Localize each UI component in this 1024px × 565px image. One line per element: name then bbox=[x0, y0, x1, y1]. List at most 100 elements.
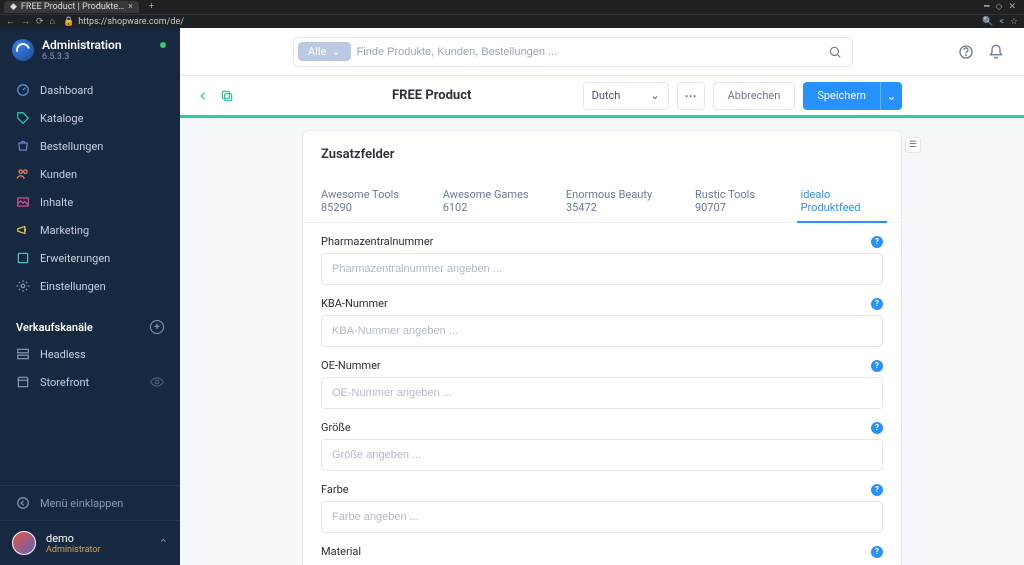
sidebar-item-orders[interactable]: Bestellungen bbox=[0, 132, 180, 160]
field-label: Größe bbox=[321, 421, 351, 434]
server-icon bbox=[16, 347, 30, 361]
sidebar-item-label: Dashboard bbox=[40, 84, 93, 97]
pzn-input[interactable] bbox=[321, 253, 883, 285]
brand-title: Administration bbox=[42, 38, 122, 52]
field-label: Pharmazentralnummer bbox=[321, 235, 433, 248]
browser-tab-favicon: ◆ bbox=[10, 2, 17, 12]
field-label: OE-Nummer bbox=[321, 359, 381, 372]
field-help-icon[interactable]: ? bbox=[871, 422, 883, 434]
size-input[interactable] bbox=[321, 439, 883, 471]
browser-tab-title: FREE Product | Produkte… bbox=[21, 2, 124, 12]
language-select[interactable]: Dutch ⌄ bbox=[583, 82, 669, 110]
field-help-icon[interactable]: ? bbox=[871, 236, 883, 248]
save-button[interactable]: Speichern bbox=[803, 82, 880, 110]
add-sales-channel-button[interactable]: + bbox=[150, 320, 164, 334]
tab-rustic-tools[interactable]: Rustic Tools 90707 bbox=[695, 180, 779, 222]
color-input[interactable] bbox=[321, 501, 883, 533]
nav-reload-icon[interactable]: ⟳ bbox=[36, 17, 44, 27]
tab-idealo-produktfeed[interactable]: idealo Produktfeed bbox=[801, 180, 883, 222]
notifications-icon[interactable] bbox=[988, 44, 1004, 60]
sales-channels-label: Verkaufskanäle bbox=[16, 321, 93, 334]
sidebar-item-label: Kataloge bbox=[40, 112, 83, 125]
user-name: demo bbox=[46, 532, 101, 545]
tag-icon bbox=[16, 111, 30, 125]
sidebar-item-content[interactable]: Inhalte bbox=[0, 188, 180, 216]
nav-forward-icon[interactable]: → bbox=[21, 16, 30, 27]
search-scope-selector[interactable]: Alle ⌄ bbox=[298, 42, 351, 61]
nav-back-icon[interactable]: ← bbox=[6, 16, 15, 27]
field-label: KBA-Nummer bbox=[321, 297, 388, 310]
save-options-button[interactable]: ⌄ bbox=[880, 82, 902, 110]
avatar bbox=[12, 531, 36, 555]
sidebar-item-catalogues[interactable]: Kataloge bbox=[0, 104, 180, 132]
field-help-icon[interactable]: ? bbox=[871, 546, 883, 558]
sidebar-item-label: Erweiterungen bbox=[40, 252, 110, 265]
window-minimize-icon[interactable]: ━ bbox=[984, 2, 989, 12]
primary-nav: Dashboard Kataloge Bestellungen Kunden I… bbox=[0, 70, 180, 306]
search-icon[interactable] bbox=[822, 45, 848, 59]
field-help-icon[interactable]: ? bbox=[871, 484, 883, 496]
lock-icon: 🔒 bbox=[63, 17, 74, 27]
search-scope-label: Alle bbox=[308, 45, 326, 58]
field-row-color: Farbe ? bbox=[321, 483, 883, 533]
card-menu-button[interactable]: ☰ bbox=[905, 137, 921, 153]
sidebar-item-extensions[interactable]: Erweiterungen bbox=[0, 244, 180, 272]
close-tab-icon[interactable]: × bbox=[128, 2, 133, 12]
sales-channel-storefront[interactable]: Storefront bbox=[0, 368, 180, 396]
language-label: Dutch bbox=[592, 89, 621, 102]
preview-icon[interactable] bbox=[150, 375, 164, 389]
field-row-size: Größe ? bbox=[321, 421, 883, 471]
sales-channel-headless[interactable]: Headless bbox=[0, 340, 180, 368]
user-role: Administrator bbox=[46, 545, 101, 555]
tab-awesome-tools[interactable]: Awesome Tools 85290 bbox=[321, 180, 421, 222]
top-bar: Alle ⌄ bbox=[180, 28, 1024, 76]
field-label: Material bbox=[321, 545, 361, 558]
sidebar-header: Administration 6.5.3.3 bbox=[0, 28, 180, 70]
sidebar-item-label: Marketing bbox=[40, 224, 89, 237]
collapse-menu-button[interactable]: Menü einklappen bbox=[0, 485, 180, 520]
nav-share-icon[interactable]: < bbox=[999, 17, 1004, 27]
version-label: 6.5.3.3 bbox=[42, 52, 122, 62]
sidebar-item-customers[interactable]: Kunden bbox=[0, 160, 180, 188]
gear-icon bbox=[16, 279, 30, 293]
field-row-oe: OE-Nummer ? bbox=[321, 359, 883, 409]
collapse-label: Menü einklappen bbox=[40, 497, 123, 510]
context-menu-button[interactable]: ⋯ bbox=[677, 82, 705, 110]
window-close-icon[interactable]: ✕ bbox=[1008, 2, 1016, 12]
new-tab-button[interactable]: + bbox=[145, 2, 158, 12]
field-help-icon[interactable]: ? bbox=[871, 298, 883, 310]
bag-icon bbox=[16, 139, 30, 153]
custom-field-tabs: Awesome Tools 85290 Awesome Games 6102 E… bbox=[303, 180, 901, 223]
tab-awesome-games[interactable]: Awesome Games 6102 bbox=[443, 180, 544, 222]
search-input[interactable] bbox=[357, 46, 822, 58]
page-bar: FREE Product Dutch ⌄ ⋯ Abbrechen Speiche… bbox=[180, 76, 1024, 118]
tab-enormous-beauty[interactable]: Enormous Beauty 35472 bbox=[566, 180, 673, 222]
browser-tab[interactable]: ◆ FREE Product | Produkte… × bbox=[4, 1, 139, 13]
cancel-button[interactable]: Abbrechen bbox=[713, 82, 796, 110]
back-button[interactable] bbox=[196, 89, 210, 103]
nav-home-icon[interactable]: ⌂ bbox=[50, 16, 55, 27]
megaphone-icon bbox=[16, 223, 30, 237]
field-help-icon[interactable]: ? bbox=[871, 360, 883, 372]
user-menu[interactable]: demo Administrator ⌃ bbox=[0, 520, 180, 565]
nav-star-icon[interactable]: ☆ bbox=[1010, 17, 1018, 27]
people-icon bbox=[16, 167, 30, 181]
chevron-down-icon: ⌄ bbox=[331, 45, 340, 58]
oe-input[interactable] bbox=[321, 377, 883, 409]
clone-button[interactable] bbox=[220, 89, 234, 103]
nav-search-icon[interactable]: 🔍 bbox=[982, 17, 993, 27]
kba-input[interactable] bbox=[321, 315, 883, 347]
admin-sidebar: Administration 6.5.3.3 Dashboard Katalog… bbox=[0, 28, 180, 565]
card-title: Zusatzfelder bbox=[303, 131, 901, 174]
sidebar-item-settings[interactable]: Einstellungen bbox=[0, 272, 180, 300]
chevron-up-icon: ⌃ bbox=[159, 537, 168, 550]
brand-logo bbox=[12, 39, 34, 61]
sidebar-item-dashboard[interactable]: Dashboard bbox=[0, 76, 180, 104]
help-icon[interactable] bbox=[958, 44, 974, 60]
sidebar-item-marketing[interactable]: Marketing bbox=[0, 216, 180, 244]
image-icon bbox=[16, 195, 30, 209]
sidebar-item-label: Bestellungen bbox=[40, 140, 103, 153]
window-maximize-icon[interactable]: ◇ bbox=[996, 2, 1003, 12]
address-url[interactable]: https://shopware.com/de/ bbox=[78, 17, 184, 27]
field-row-material: Material ? bbox=[321, 545, 883, 558]
